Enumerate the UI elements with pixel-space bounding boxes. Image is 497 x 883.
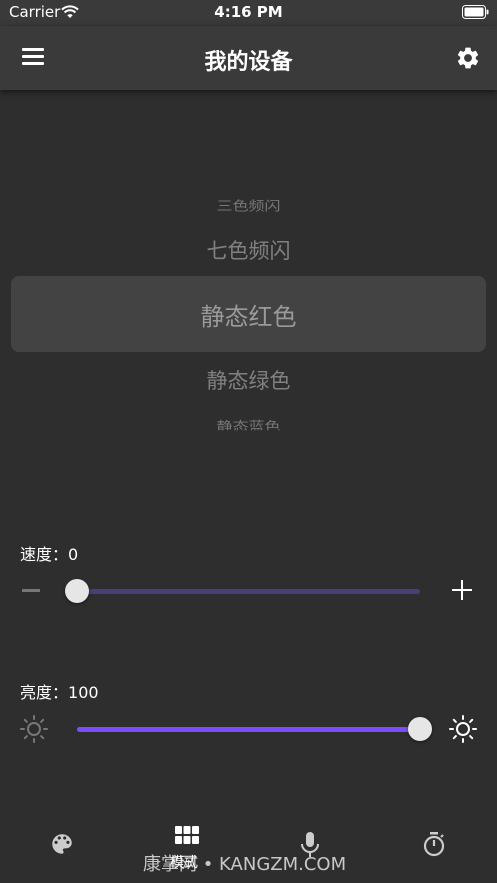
speed-slider-thumb[interactable] xyxy=(65,579,89,603)
brightness-label: 亮度：100 xyxy=(20,679,99,703)
settings-gear-icon[interactable] xyxy=(455,45,481,71)
speed-value: 0 xyxy=(68,545,79,564)
page-title: 我的设备 xyxy=(204,50,293,75)
battery-icon xyxy=(462,5,489,19)
speed-label-text: 速度： xyxy=(20,545,69,564)
picker-item[interactable]: 三色频闪 xyxy=(0,195,497,214)
picker-item[interactable]: 静态蓝色 xyxy=(0,416,497,430)
speed-label: 速度：0 xyxy=(20,541,78,565)
microphone-icon[interactable] xyxy=(300,831,320,859)
speed-increase-button[interactable] xyxy=(452,580,472,600)
picker-item[interactable]: 静态绿色 xyxy=(0,365,497,395)
picker-item[interactable]: 七色频闪 xyxy=(0,235,497,265)
grid-icon[interactable] xyxy=(175,826,199,846)
speed-decrease-button[interactable] xyxy=(22,589,40,592)
tab-label-mode[interactable]: 模式 xyxy=(170,852,198,872)
palette-icon[interactable] xyxy=(49,831,75,857)
nav-bar: 我的设备 xyxy=(0,26,497,90)
brightness-label-text: 亮度： xyxy=(20,683,69,702)
picker-item-selected[interactable]: 静态红色 xyxy=(0,297,497,332)
clock: 4:16 PM xyxy=(214,3,283,21)
brightness-low-icon[interactable] xyxy=(19,714,49,744)
brightness-slider-thumb[interactable] xyxy=(408,717,432,741)
brightness-value: 100 xyxy=(68,683,99,702)
timer-icon[interactable] xyxy=(422,831,446,857)
speed-slider-track[interactable] xyxy=(77,589,420,594)
brightness-slider-fill xyxy=(77,727,420,732)
brightness-high-icon[interactable] xyxy=(448,714,478,744)
status-bar: Carrier 4:16 PM xyxy=(0,0,497,26)
